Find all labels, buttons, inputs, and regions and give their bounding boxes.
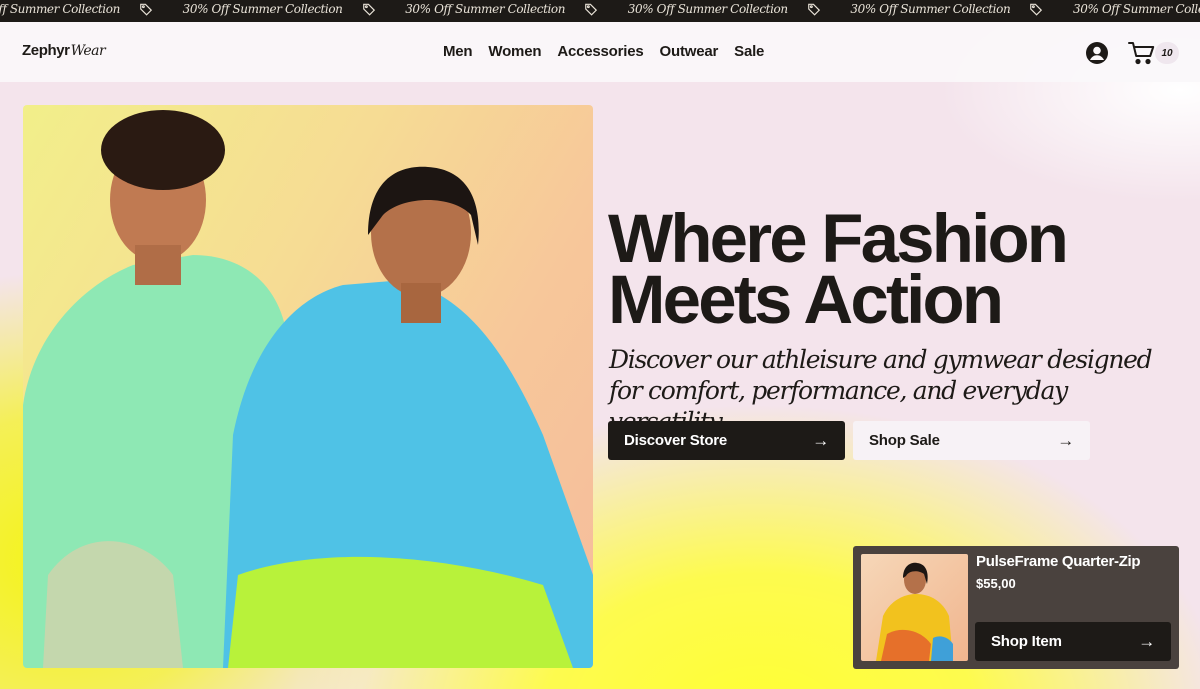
logo-wordmark-bold: Zephyr bbox=[22, 42, 70, 59]
hero-image bbox=[23, 105, 593, 668]
promo-item: 30% Off Summer Collection bbox=[0, 2, 183, 16]
product-image[interactable] bbox=[861, 554, 968, 661]
shop-item-label: Shop Item bbox=[991, 633, 1062, 650]
arrow-right-icon: → bbox=[1138, 631, 1155, 651]
shop-sale-button[interactable]: Shop Sale → bbox=[853, 421, 1090, 460]
shop-item-button[interactable]: Shop Item → bbox=[975, 622, 1171, 661]
user-icon[interactable] bbox=[1085, 41, 1109, 65]
promo-text: 30% Off Summer Collection bbox=[182, 2, 343, 16]
discover-store-button[interactable]: Discover Store → bbox=[608, 421, 845, 460]
nav-item-men[interactable]: Men bbox=[443, 43, 473, 60]
promo-bar: 30% Off Summer Collection 30% Off Summer… bbox=[0, 0, 1200, 22]
promo-text: 30% Off Summer Collection bbox=[0, 2, 120, 16]
product-name[interactable]: PulseFrame Quarter-Zip bbox=[976, 553, 1141, 570]
promo-text: 30% Off Summer Collection bbox=[405, 2, 566, 16]
tag-icon bbox=[788, 2, 840, 16]
promo-track: 30% Off Summer Collection 30% Off Summer… bbox=[0, 2, 1200, 16]
promo-item: 30% Off Summer Collection bbox=[183, 2, 406, 16]
promo-item: 30% Off Summer Collection bbox=[405, 2, 628, 16]
nav-item-outwear[interactable]: Outwear bbox=[660, 43, 719, 60]
logo-wordmark-italic: Wear bbox=[70, 43, 106, 59]
tag-icon bbox=[565, 2, 617, 16]
nav-item-women[interactable]: Women bbox=[488, 43, 541, 60]
featured-product-card[interactable]: PulseFrame Quarter-Zip $55,00 Shop Item … bbox=[853, 546, 1179, 669]
promo-item: 30% Off Summer Collection bbox=[1073, 2, 1200, 16]
arrow-right-icon: → bbox=[812, 430, 829, 450]
tag-icon bbox=[120, 2, 172, 16]
shop-sale-label: Shop Sale bbox=[869, 432, 940, 449]
promo-item: 30% Off Summer Collection bbox=[850, 2, 1073, 16]
promo-text: 30% Off Summer Collection bbox=[1072, 2, 1200, 16]
arrow-right-icon: → bbox=[1057, 430, 1074, 450]
site-header: Zephyr Wear Men Women Accessories Outwea… bbox=[0, 22, 1200, 82]
hero-headline-line: Meets Action bbox=[608, 261, 1004, 338]
promo-item: 30% Off Summer Collection bbox=[628, 2, 851, 16]
nav-item-sale[interactable]: Sale bbox=[734, 43, 764, 60]
tag-icon bbox=[343, 2, 395, 16]
promo-text: 30% Off Summer Collection bbox=[850, 2, 1011, 16]
cart-count-badge[interactable]: 10 bbox=[1155, 42, 1179, 64]
hero-headline-line: Where Fashion bbox=[608, 200, 1069, 277]
nav-item-accessories[interactable]: Accessories bbox=[557, 43, 643, 60]
main-nav: Men Women Accessories Outwear Sale bbox=[443, 43, 764, 60]
product-price: $55,00 bbox=[976, 576, 1016, 591]
hero-headline: Where Fashion Meets Action bbox=[608, 200, 1168, 338]
tag-icon bbox=[1010, 2, 1062, 16]
cart-icon[interactable] bbox=[1128, 41, 1156, 65]
logo[interactable]: Zephyr Wear bbox=[22, 42, 106, 59]
discover-store-label: Discover Store bbox=[624, 432, 728, 449]
promo-text: 30% Off Summer Collection bbox=[627, 2, 788, 16]
